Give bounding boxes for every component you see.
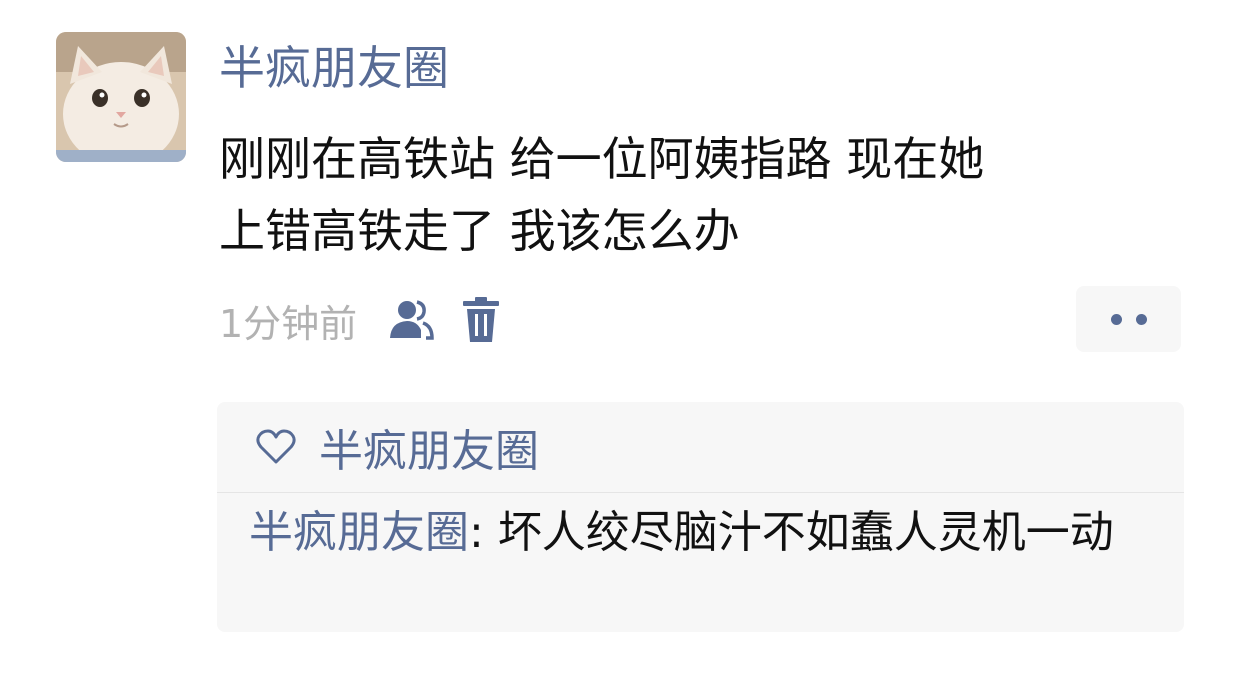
heart-outline-icon — [253, 424, 299, 470]
avatar[interactable] — [56, 32, 186, 162]
comment-text: 坏人绞尽脑汁不如蠢人灵机一动 — [497, 507, 1114, 558]
liker-name[interactable]: 半疯朋友圈 — [319, 415, 539, 479]
comment-item[interactable]: 半疯朋友圈: 坏人绞尽脑汁不如蠢人灵机一动 — [249, 502, 1149, 564]
likes-row: 半疯朋友圈 — [217, 402, 1184, 493]
comment-separator: : — [469, 507, 498, 558]
more-dot — [1110, 313, 1122, 325]
post-content: 刚刚在高铁站 给一位阿姨指路 现在她 上错高铁走了 我该怎么办 — [219, 123, 1199, 267]
post-author-name[interactable]: 半疯朋友圈 — [219, 36, 449, 100]
trash-icon[interactable] — [457, 296, 505, 344]
friends-visibility-icon — [387, 296, 435, 344]
moments-post: 半疯朋友圈 刚刚在高铁站 给一位阿姨指路 现在她 上错高铁走了 我该怎么办 1分… — [0, 0, 1242, 676]
post-timestamp: 1分钟前 — [219, 301, 358, 346]
post-content-line: 刚刚在高铁站 给一位阿姨指路 现在她 — [219, 132, 985, 186]
more-dot — [1135, 313, 1147, 325]
more-actions-button[interactable] — [1076, 286, 1181, 352]
cat-avatar-image — [56, 32, 186, 162]
post-content-line: 上错高铁走了 我该怎么办 — [219, 204, 740, 258]
comment-author[interactable]: 半疯朋友圈 — [249, 507, 469, 558]
post-meta: 1分钟前 — [219, 292, 505, 348]
likes-comments-panel: 半疯朋友圈 半疯朋友圈: 坏人绞尽脑汁不如蠢人灵机一动 — [217, 402, 1184, 632]
